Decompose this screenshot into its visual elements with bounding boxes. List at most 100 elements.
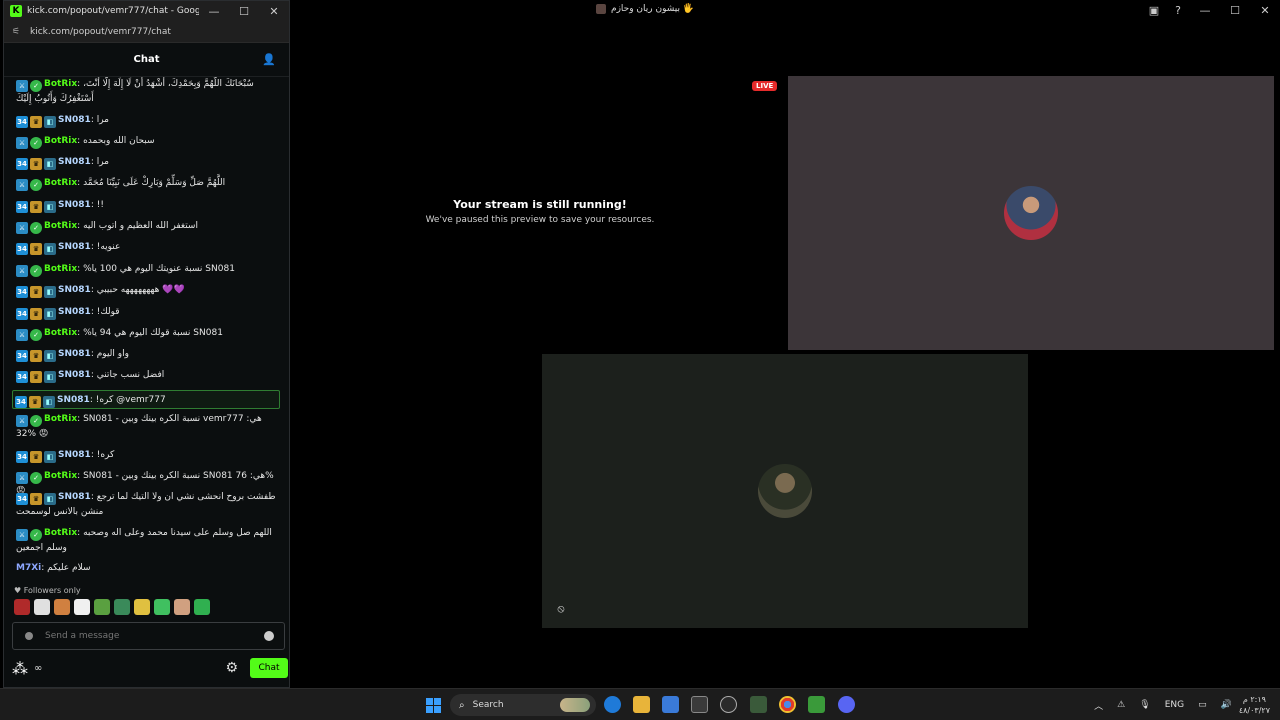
chat-username[interactable]: SN081 bbox=[58, 492, 91, 502]
mod-badge-icon[interactable]: ⚔ bbox=[16, 329, 28, 341]
file-explorer-icon[interactable] bbox=[633, 696, 650, 713]
start-menu-icon[interactable] bbox=[426, 698, 441, 713]
verified-badge-icon[interactable]: ✓ bbox=[30, 179, 42, 191]
subscriber-badge-icon[interactable]: 34 bbox=[16, 286, 28, 298]
og-badge-icon[interactable]: ◧ bbox=[44, 308, 56, 320]
vip-badge-icon[interactable]: ♛ bbox=[30, 371, 42, 383]
emote-icon[interactable] bbox=[34, 599, 50, 615]
emote-icon[interactable] bbox=[94, 599, 110, 615]
help-icon[interactable]: ? bbox=[1166, 4, 1190, 17]
subscriber-badge-icon[interactable]: 34 bbox=[16, 371, 28, 383]
chat-username[interactable]: BotRix bbox=[44, 221, 77, 231]
vip-badge-icon[interactable]: ♛ bbox=[30, 116, 42, 128]
mod-badge-icon[interactable]: ⚔ bbox=[16, 472, 28, 484]
popout-address-bar[interactable]: ⚟ kick.com/popout/vemr777/chat bbox=[4, 21, 289, 43]
subscriber-badge-icon[interactable]: 34 bbox=[16, 243, 28, 255]
chat-username[interactable]: SN081 bbox=[58, 200, 91, 210]
chat-username[interactable]: BotRix bbox=[44, 414, 77, 424]
chat-message[interactable]: 34 ♛ ◧ SN081: !عنويه bbox=[14, 240, 281, 255]
emote-icon[interactable] bbox=[134, 599, 150, 615]
verified-badge-icon[interactable]: ✓ bbox=[30, 137, 42, 149]
sidebar-toggle-icon[interactable]: ▣ bbox=[1142, 4, 1166, 17]
mod-badge-icon[interactable]: ⚔ bbox=[16, 179, 28, 191]
game-icon[interactable] bbox=[808, 696, 825, 713]
og-badge-icon[interactable]: ◧ bbox=[44, 350, 56, 362]
chat-message[interactable]: 34 ♛ ◧ SN081: !كره @vemr777 bbox=[12, 390, 280, 409]
chat-message[interactable]: ⚔ ✓ BotRix: اللَّهُمَّ صَلِّ وَسَلِّمْ وَب… bbox=[14, 176, 281, 191]
chat-message[interactable]: 34 ♛ ◧ SN081: مرا bbox=[14, 155, 281, 170]
og-badge-icon[interactable]: ◧ bbox=[44, 116, 56, 128]
vip-badge-icon[interactable]: ♛ bbox=[30, 201, 42, 213]
vip-badge-icon[interactable]: ♛ bbox=[30, 286, 42, 298]
og-badge-icon[interactable]: ◧ bbox=[44, 371, 56, 383]
vip-badge-icon[interactable]: ♛ bbox=[30, 493, 42, 505]
emote-icon[interactable] bbox=[54, 599, 70, 615]
verified-badge-icon[interactable]: ✓ bbox=[30, 80, 42, 92]
og-badge-icon[interactable]: ◧ bbox=[44, 493, 56, 505]
chat-message[interactable]: ⚔ ✓ BotRix: سُبْحَانَكَ اللَّهُمَّ وَبِحَم… bbox=[14, 77, 281, 106]
vip-badge-icon[interactable]: ♛ bbox=[29, 396, 41, 408]
mic-icon[interactable]: 🎙 bbox=[1139, 700, 1150, 710]
volume-icon[interactable]: 🔊 bbox=[1221, 700, 1232, 710]
chat-username[interactable]: BotRix bbox=[44, 528, 77, 538]
video-tile-host[interactable] bbox=[788, 76, 1274, 350]
chat-username[interactable]: BotRix bbox=[44, 79, 77, 89]
chat-username[interactable]: BotRix bbox=[44, 178, 77, 188]
site-settings-icon[interactable]: ⚟ bbox=[12, 27, 22, 37]
chat-username[interactable]: BotRix bbox=[44, 264, 77, 274]
emote-icon[interactable] bbox=[14, 599, 30, 615]
mod-badge-icon[interactable]: ⚔ bbox=[16, 415, 28, 427]
chat-message[interactable]: 34 ♛ ◧ SN081: طفشت بروح انحشى نشي ان ولا ال… bbox=[14, 490, 281, 519]
chat-username[interactable]: SN081 bbox=[58, 242, 91, 252]
popout-maximize-button[interactable]: ☐ bbox=[229, 5, 259, 18]
vip-badge-icon[interactable]: ♛ bbox=[30, 308, 42, 320]
gear-icon[interactable]: ⚙ bbox=[225, 660, 238, 676]
points-icon[interactable]: ⁂ bbox=[12, 659, 28, 678]
subscriber-badge-icon[interactable]: 34 bbox=[16, 116, 28, 128]
chat-username[interactable]: SN081 bbox=[58, 450, 91, 460]
chat-username[interactable]: SN081 bbox=[57, 395, 90, 405]
mod-badge-icon[interactable]: ⚔ bbox=[16, 80, 28, 92]
subscriber-badge-icon[interactable]: 34 bbox=[15, 396, 27, 408]
chat-message-list[interactable]: ⚔ ✓ BotRix: سُبْحَانَكَ اللَّهُمَّ وَبِحَم… bbox=[4, 77, 289, 580]
edge-icon[interactable] bbox=[604, 696, 621, 713]
chat-message[interactable]: 34 ♛ ◧ SN081: !! bbox=[14, 198, 281, 213]
subscriber-badge-icon[interactable]: 34 bbox=[16, 308, 28, 320]
video-tile-guest[interactable]: ⦸ bbox=[542, 354, 1028, 628]
chat-username[interactable]: SN081 bbox=[58, 285, 91, 295]
og-badge-icon[interactable]: ◧ bbox=[44, 451, 56, 463]
chat-username[interactable]: SN081 bbox=[58, 307, 91, 317]
chat-username[interactable]: BotRix bbox=[44, 328, 77, 338]
tray-app-icon[interactable]: ⚠ bbox=[1117, 700, 1125, 710]
verified-badge-icon[interactable]: ✓ bbox=[30, 265, 42, 277]
maximize-button[interactable]: ☐ bbox=[1220, 4, 1250, 17]
vip-badge-icon[interactable]: ♛ bbox=[30, 451, 42, 463]
clock[interactable]: ٢:١٩ م ٤٨/٠٣/٢٧ bbox=[1239, 694, 1270, 716]
chat-identity-icon[interactable] bbox=[25, 632, 33, 640]
verified-badge-icon[interactable]: ✓ bbox=[30, 529, 42, 541]
message-input-box[interactable] bbox=[12, 622, 285, 650]
network-icon[interactable]: ▭ bbox=[1198, 700, 1207, 710]
chat-username[interactable]: SN081 bbox=[58, 349, 91, 359]
chat-message[interactable]: 34 ♛ ◧ SN081: افضل نسب جاتني bbox=[14, 368, 281, 383]
browser-tab-title[interactable]: بيشون ريان وحازم 🖐 bbox=[596, 4, 694, 14]
chat-message[interactable]: 34 ♛ ◧ SN081: ههههههههه حبيبي 💜💜 bbox=[14, 283, 281, 298]
emote-icon[interactable] bbox=[74, 599, 90, 615]
chat-username[interactable]: BotRix bbox=[44, 471, 77, 481]
chat-message[interactable]: ⚔ ✓ BotRix: استغفر الله العظيم و اتوب اليه bbox=[14, 219, 281, 234]
verified-badge-icon[interactable]: ✓ bbox=[30, 329, 42, 341]
send-chat-button[interactable]: Chat bbox=[250, 658, 288, 678]
emoji-picker-icon[interactable] bbox=[264, 631, 274, 641]
mod-badge-icon[interactable]: ⚔ bbox=[16, 137, 28, 149]
chat-username[interactable]: SN081 bbox=[58, 115, 91, 125]
popout-minimize-button[interactable]: — bbox=[199, 5, 229, 18]
nvidia-icon[interactable] bbox=[750, 696, 767, 713]
og-badge-icon[interactable]: ◧ bbox=[44, 286, 56, 298]
chat-message[interactable]: 34 ♛ ◧ SN081: واو اليوم bbox=[14, 347, 281, 362]
language-indicator[interactable]: ENG bbox=[1165, 700, 1184, 710]
chat-username[interactable]: SN081 bbox=[58, 370, 91, 380]
emote-icon[interactable] bbox=[174, 599, 190, 615]
og-badge-icon[interactable]: ◧ bbox=[43, 396, 55, 408]
verified-badge-icon[interactable]: ✓ bbox=[30, 415, 42, 427]
subscriber-badge-icon[interactable]: 34 bbox=[16, 493, 28, 505]
